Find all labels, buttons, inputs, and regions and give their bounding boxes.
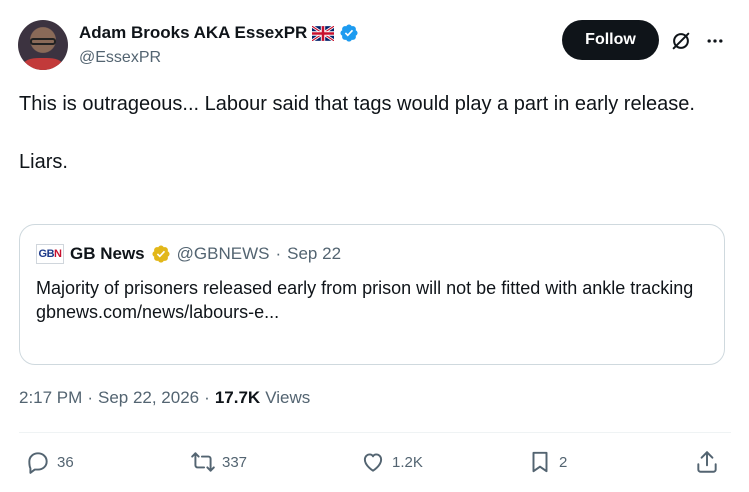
bookmark-button[interactable]: 2 (527, 449, 567, 475)
repost-count: 337 (222, 453, 248, 471)
quote-text: Majority of prisoners released early fro… (36, 278, 694, 298)
heart-icon (363, 453, 383, 472)
quote-author-name[interactable]: GB News (70, 244, 145, 264)
follow-button[interactable]: Follow (562, 20, 659, 60)
like-button[interactable]: 1.2K (360, 449, 423, 475)
author-display-name[interactable]: Adam Brooks AKA EssexPR (79, 23, 307, 43)
views-count: 17.7K (214, 388, 261, 407)
quote-body: Majority of prisoners released early fro… (36, 276, 706, 324)
bookmark-icon (532, 451, 548, 473)
repost-button[interactable]: 337 (190, 449, 247, 475)
separator-dot: · (87, 388, 93, 407)
quoted-tweet[interactable]: GB N GB News @GBNEWS · Sep 22 Majority of… (19, 224, 725, 365)
author-handle[interactable]: @EssexPR (79, 49, 161, 67)
share-button[interactable] (694, 449, 720, 475)
tweet-text: This is outrageous... Labour said that t… (19, 90, 719, 177)
tweet-time[interactable]: 2:17 PM (19, 388, 82, 408)
repost-icon (191, 452, 215, 472)
gb-news-logo[interactable]: GB N (36, 244, 64, 264)
uk-flag-icon (312, 25, 335, 41)
verified-badge-icon[interactable] (339, 23, 359, 43)
like-count: 1.2K (392, 453, 423, 471)
more-options-icon[interactable] (704, 31, 726, 51)
quote-author-handle[interactable]: @GBNEWS (177, 244, 270, 264)
tweet-text-line: This is outrageous... Labour said that t… (19, 93, 695, 115)
divider (19, 432, 731, 433)
tweet-meta: 2:17 PM · Sep 22, 2026 · 17.7K Views (19, 388, 310, 408)
tweet-text-line: Liars. (19, 151, 68, 173)
reply-button[interactable]: 36 (25, 449, 74, 475)
share-icon (697, 451, 717, 473)
quote-header: GB N GB News @GBNEWS · Sep 22 (36, 243, 341, 265)
verified-org-badge-icon[interactable] (151, 244, 171, 264)
tweet-date[interactable]: Sep 22, 2026 (98, 388, 199, 408)
reply-icon (28, 452, 48, 474)
author-name-row: Adam Brooks AKA EssexPR (79, 22, 359, 44)
reply-count: 36 (57, 453, 74, 471)
views-label: Views (265, 388, 311, 407)
separator-dot: · (204, 388, 210, 407)
author-avatar[interactable] (18, 20, 68, 70)
avatar-glasses (30, 38, 56, 45)
avatar-shirt (24, 58, 62, 70)
quote-link[interactable]: gbnews.com/news/labours-e... (36, 300, 706, 324)
bookmark-count: 2 (559, 453, 568, 471)
separator-dot: · (275, 244, 282, 263)
quote-date[interactable]: Sep 22 (287, 244, 341, 264)
grok-icon[interactable] (670, 30, 692, 52)
